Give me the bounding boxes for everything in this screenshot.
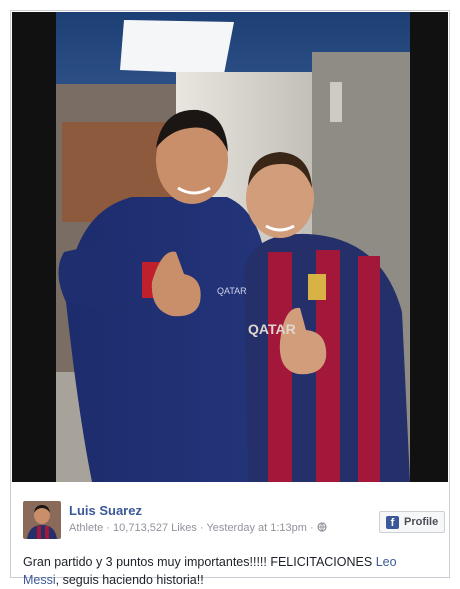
avatar-image bbox=[23, 501, 61, 539]
profile-button-label: Profile bbox=[404, 516, 439, 528]
meta-separator: · bbox=[199, 522, 204, 534]
facebook-post-card: QATAR QATAR Luis Suarez Athlete · 10,713… bbox=[10, 10, 450, 587]
facebook-f-icon: f bbox=[386, 516, 399, 529]
post-text-end: , seguis haciendo historia!! bbox=[55, 573, 204, 587]
mention-messi[interactable]: Messi bbox=[23, 573, 56, 587]
meta-separator: · bbox=[310, 522, 314, 534]
photo-illustration: QATAR QATAR bbox=[12, 12, 448, 482]
likes-count[interactable]: 10,713,527 Likes bbox=[113, 522, 197, 534]
crest-sponsor-text: QATAR bbox=[217, 286, 247, 296]
profile-button[interactable]: f Profile bbox=[379, 511, 445, 533]
post-meta: Athlete · 10,713,527 Likes · Yesterday a… bbox=[69, 522, 327, 534]
author-category[interactable]: Athlete bbox=[69, 522, 103, 534]
mention-leo[interactable]: Leo bbox=[376, 555, 397, 569]
timestamp-link[interactable]: Yesterday at 1:13pm bbox=[206, 522, 307, 534]
post-header: Luis Suarez Athlete · 10,713,527 Likes ·… bbox=[23, 501, 445, 545]
author-name-link[interactable]: Luis Suarez bbox=[69, 503, 142, 518]
author-avatar[interactable] bbox=[23, 501, 61, 539]
globe-icon bbox=[317, 522, 327, 534]
meta-separator: · bbox=[106, 522, 110, 534]
shirt-sponsor-text: QATAR bbox=[248, 321, 296, 337]
post-text-start: Gran partido y 3 puntos muy importantes!… bbox=[23, 555, 376, 569]
post-message: Gran partido y 3 puntos muy importantes!… bbox=[23, 553, 437, 589]
post-photo[interactable]: QATAR QATAR bbox=[12, 12, 448, 482]
